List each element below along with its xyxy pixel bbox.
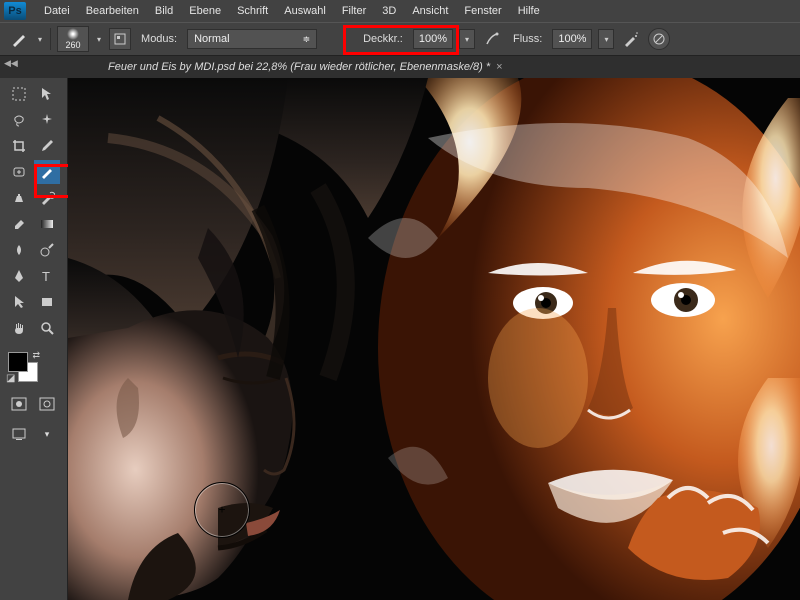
gradient-tool[interactable] bbox=[34, 212, 60, 236]
document-tab-strip: Feuer und Eis by MDI.psd bei 22,8% (Frau… bbox=[0, 56, 800, 78]
menu-file[interactable]: Datei bbox=[36, 0, 78, 22]
history-brush-tool[interactable] bbox=[34, 186, 60, 210]
menu-bar: Ps Datei Bearbeiten Bild Ebene Schrift A… bbox=[0, 0, 800, 22]
brush-preset-dropdown[interactable]: ▾ bbox=[95, 35, 103, 44]
artwork-image bbox=[68, 78, 800, 600]
quick-mask-toggle[interactable] bbox=[6, 392, 32, 416]
opacity-pressure-icon[interactable] bbox=[481, 28, 503, 50]
close-icon[interactable]: × bbox=[496, 61, 502, 73]
path-select-tool[interactable] bbox=[6, 290, 32, 314]
swap-colors-icon[interactable]: ⇄ bbox=[32, 350, 40, 361]
tool-preset-icon[interactable] bbox=[8, 28, 30, 50]
brush-dot-icon bbox=[67, 28, 79, 40]
menu-help[interactable]: Hilfe bbox=[510, 0, 548, 22]
edit-mode-toggle[interactable] bbox=[34, 392, 60, 416]
tool-preset-dropdown[interactable]: ▾ bbox=[36, 35, 44, 44]
flow-value: 100% bbox=[558, 33, 586, 45]
zoom-tool[interactable] bbox=[34, 316, 60, 340]
menu-filter[interactable]: Filter bbox=[334, 0, 374, 22]
svg-text:T: T bbox=[42, 269, 50, 284]
type-tool[interactable]: T bbox=[34, 264, 60, 288]
default-colors-icon[interactable]: ◪ bbox=[6, 373, 15, 384]
document-tab-title: Feuer und Eis by MDI.psd bei 22,8% (Frau… bbox=[108, 61, 490, 73]
menu-3d[interactable]: 3D bbox=[374, 0, 404, 22]
eyedropper-tool[interactable] bbox=[34, 134, 60, 158]
app-logo: Ps bbox=[4, 2, 26, 20]
magic-wand-tool[interactable] bbox=[34, 108, 60, 132]
clone-stamp-tool[interactable] bbox=[6, 186, 32, 210]
dodge-tool[interactable] bbox=[34, 238, 60, 262]
brush-preset-picker[interactable]: 260 bbox=[57, 26, 89, 52]
menu-view[interactable]: Ansicht bbox=[404, 0, 456, 22]
marquee-tool[interactable] bbox=[6, 82, 32, 106]
brush-panel-toggle[interactable] bbox=[109, 28, 131, 50]
mode-label: Modus: bbox=[137, 33, 181, 45]
brush-cursor bbox=[194, 482, 250, 538]
flow-label: Fluss: bbox=[509, 33, 546, 45]
screen-mode-dropdown[interactable]: ▾ bbox=[34, 422, 60, 446]
menu-edit[interactable]: Bearbeiten bbox=[78, 0, 147, 22]
menu-window[interactable]: Fenster bbox=[456, 0, 509, 22]
lasso-tool[interactable] bbox=[6, 108, 32, 132]
workspace: T ⇄ ◪ ▾ bbox=[0, 78, 800, 600]
panel-collapse-handle[interactable]: ◀◀ bbox=[4, 58, 18, 69]
pen-tool[interactable] bbox=[6, 264, 32, 288]
blend-mode-select[interactable]: Normal ≑ bbox=[187, 29, 317, 49]
color-swatches[interactable]: ⇄ ◪ bbox=[8, 352, 38, 382]
opacity-value: 100% bbox=[419, 33, 447, 45]
tools-panel: T ⇄ ◪ ▾ bbox=[0, 78, 68, 600]
rectangle-tool[interactable] bbox=[34, 290, 60, 314]
menu-select[interactable]: Auswahl bbox=[276, 0, 334, 22]
healing-brush-tool[interactable] bbox=[6, 160, 32, 184]
blend-mode-value: Normal bbox=[194, 33, 229, 45]
menu-type[interactable]: Schrift bbox=[229, 0, 276, 22]
screen-mode-toggle[interactable] bbox=[6, 422, 32, 446]
hand-tool[interactable] bbox=[6, 316, 32, 340]
eraser-tool[interactable] bbox=[6, 212, 32, 236]
flow-dropdown[interactable]: ▾ bbox=[598, 29, 614, 49]
brush-size-value: 260 bbox=[66, 40, 81, 50]
canvas[interactable] bbox=[68, 78, 800, 600]
menu-image[interactable]: Bild bbox=[147, 0, 181, 22]
chevron-down-icon: ≑ bbox=[303, 34, 311, 45]
opacity-dropdown[interactable]: ▾ bbox=[459, 29, 475, 49]
menu-layer[interactable]: Ebene bbox=[181, 0, 229, 22]
opacity-input[interactable]: 100% bbox=[413, 29, 453, 49]
document-tab[interactable]: Feuer und Eis by MDI.psd bei 22,8% (Frau… bbox=[100, 56, 511, 78]
flow-input[interactable]: 100% bbox=[552, 29, 592, 49]
size-pressure-icon[interactable] bbox=[648, 28, 670, 50]
options-bar: ▾ 260 ▾ Modus: Normal ≑ Deckkr.: 100% ▾ … bbox=[0, 22, 800, 56]
crop-tool[interactable] bbox=[6, 134, 32, 158]
brush-tool[interactable] bbox=[34, 160, 60, 184]
divider bbox=[50, 28, 51, 50]
airbrush-icon[interactable] bbox=[620, 28, 642, 50]
foreground-color-swatch[interactable] bbox=[8, 352, 28, 372]
blur-tool[interactable] bbox=[6, 238, 32, 262]
move-tool[interactable] bbox=[34, 82, 60, 106]
opacity-label: Deckkr.: bbox=[359, 33, 407, 45]
